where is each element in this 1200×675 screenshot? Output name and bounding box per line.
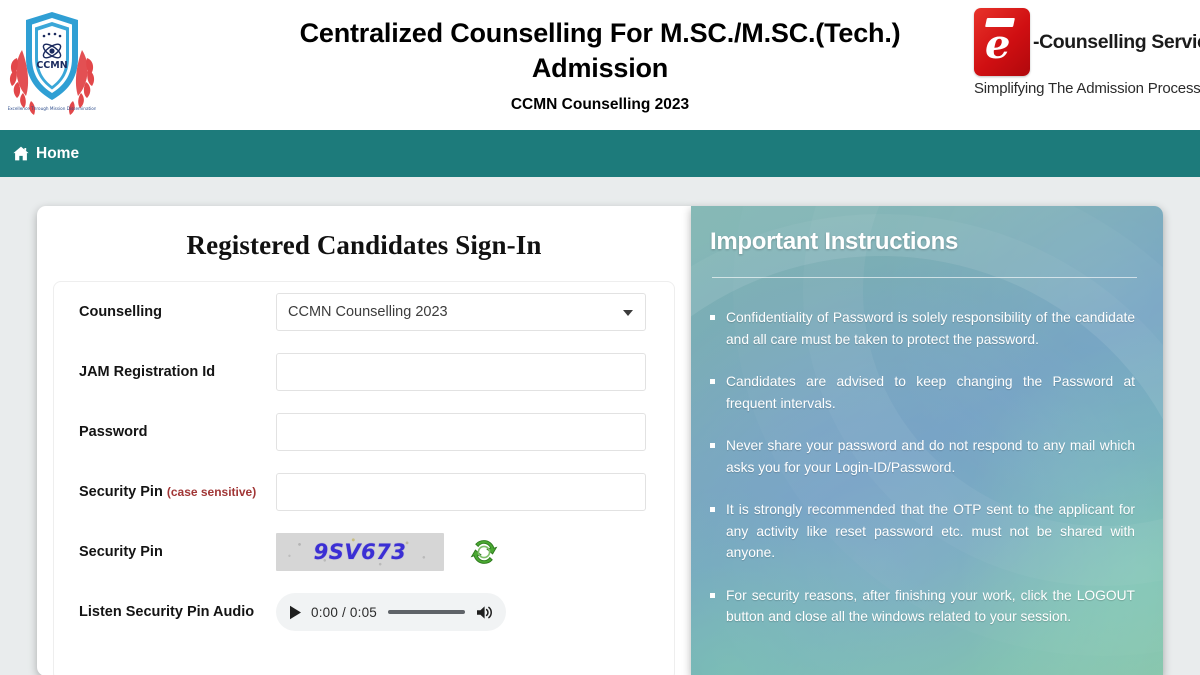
ecs-logo-tagline: Simplifying The Admission Process (974, 80, 1200, 97)
jam-registration-id-input[interactable] (276, 353, 646, 391)
instructions-title: Important Instructions (710, 228, 959, 255)
nav-item-home[interactable]: Home (13, 145, 79, 163)
security-pin-label-text: Security Pin (79, 484, 163, 500)
play-icon[interactable] (289, 605, 302, 620)
captcha-text: 9SV673 (313, 540, 407, 564)
bullet-icon (710, 592, 715, 598)
refresh-icon[interactable] (469, 537, 499, 567)
form-row-counselling: Counselling (54, 282, 674, 342)
password-label: Password (79, 424, 148, 440)
page-title: Centralized Counselling For M.SC./M.SC.(… (299, 18, 901, 83)
svg-text:Excellence Through Mission Dis: Excellence Through Mission Dissemination (8, 106, 96, 111)
nav-item-home-label: Home (36, 144, 80, 162)
security-pin-label: Security Pin (case sensitive) (79, 484, 276, 500)
instruction-text: Never share your password and do not res… (726, 438, 1135, 475)
audio-player[interactable]: 0:00 / 0:05 (276, 593, 506, 631)
bullet-icon (710, 443, 715, 448)
list-item: It is strongly recommended that the OTP … (710, 499, 1139, 564)
list-item: Confidentiality of Password is solely re… (710, 307, 1139, 350)
instruction-text: Candidates are advised to keep changing … (726, 374, 1135, 411)
counselling-select[interactable] (276, 293, 646, 331)
page-root: CCMN Excellence Through Mission Dissemin… (0, 0, 1200, 675)
login-card: Registered Candidates Sign-In Counsellin… (37, 206, 691, 675)
instruction-text: For security reasons, after finishing yo… (726, 587, 1135, 625)
instructions-panel: Important Instructions Confidentiality o… (691, 206, 1163, 675)
jam-registration-id-label: JAM Registration Id (79, 364, 216, 380)
ecs-mark-letter: e (985, 21, 1011, 68)
main-navbar: Home (0, 130, 1200, 177)
ecs-logo-row: e -Counselling Services (974, 6, 1200, 78)
form-row-security-pin-input: Security Pin (case sensitive) (54, 462, 674, 522)
security-pin-input[interactable] (276, 473, 646, 511)
list-item: Never share your password and do not res… (710, 435, 1139, 478)
instruction-text: Confidentiality of Password is solely re… (726, 310, 1135, 347)
counselling-label: Counselling (79, 304, 162, 320)
form-row-security-pin-image: Security Pin 9SV673 (54, 522, 674, 582)
page-subtitle: CCMN Counselling 2023 (510, 96, 690, 113)
form-row-password: Password (54, 402, 674, 462)
login-heading: Registered Candidates Sign-In (186, 230, 542, 260)
instructions-inner: Important Instructions Confidentiality o… (691, 206, 1163, 628)
bullet-icon (710, 507, 715, 512)
security-pin-image-label: Security Pin (79, 544, 163, 560)
form-row-jam-registration-id: JAM Registration Id (54, 342, 674, 402)
home-icon (13, 146, 29, 161)
instructions-list: Confidentiality of Password is solely re… (710, 307, 1139, 628)
bullet-icon (710, 315, 715, 320)
form-row-security-pin-audio: Listen Security Pin Audio 0:00 / 0:05 (54, 582, 674, 642)
bullet-icon (710, 379, 715, 384)
graduation-cap-e-icon: e (974, 8, 1030, 76)
captcha-image: 9SV673 (276, 533, 444, 571)
security-pin-case-sensitive-note: (case sensitive) (166, 485, 257, 499)
instructions-divider (712, 277, 1137, 278)
svg-text:CCMN: CCMN (36, 60, 67, 71)
audio-time-display: 0:00 / 0:05 (311, 604, 378, 620)
list-item: For security reasons, after finishing yo… (710, 585, 1139, 628)
instruction-text: It is strongly recommended that the OTP … (726, 502, 1135, 560)
audio-progress-bar[interactable] (388, 610, 465, 614)
header-title-block: Centralized Counselling For M.SC./M.SC.(… (230, 16, 970, 114)
list-item: Candidates are advised to keep changing … (710, 371, 1139, 414)
login-form-panel: Counselling JAM Registration Id Password (53, 281, 675, 675)
volume-icon[interactable] (476, 605, 493, 620)
page-header: CCMN Excellence Through Mission Dissemin… (0, 0, 1200, 130)
main-content: Registered Candidates Sign-In Counsellin… (0, 177, 1200, 675)
ecs-logo-name: -Counselling Services (1033, 30, 1200, 53)
counselling-select-wrap (276, 293, 646, 331)
ccmn-logo: CCMN Excellence Through Mission Dissemin… (7, 6, 97, 118)
e-counselling-services-logo: e -Counselling Services Simplifying The … (974, 6, 1200, 110)
security-pin-audio-label: Listen Security Pin Audio (79, 604, 255, 620)
password-input[interactable] (276, 413, 646, 451)
